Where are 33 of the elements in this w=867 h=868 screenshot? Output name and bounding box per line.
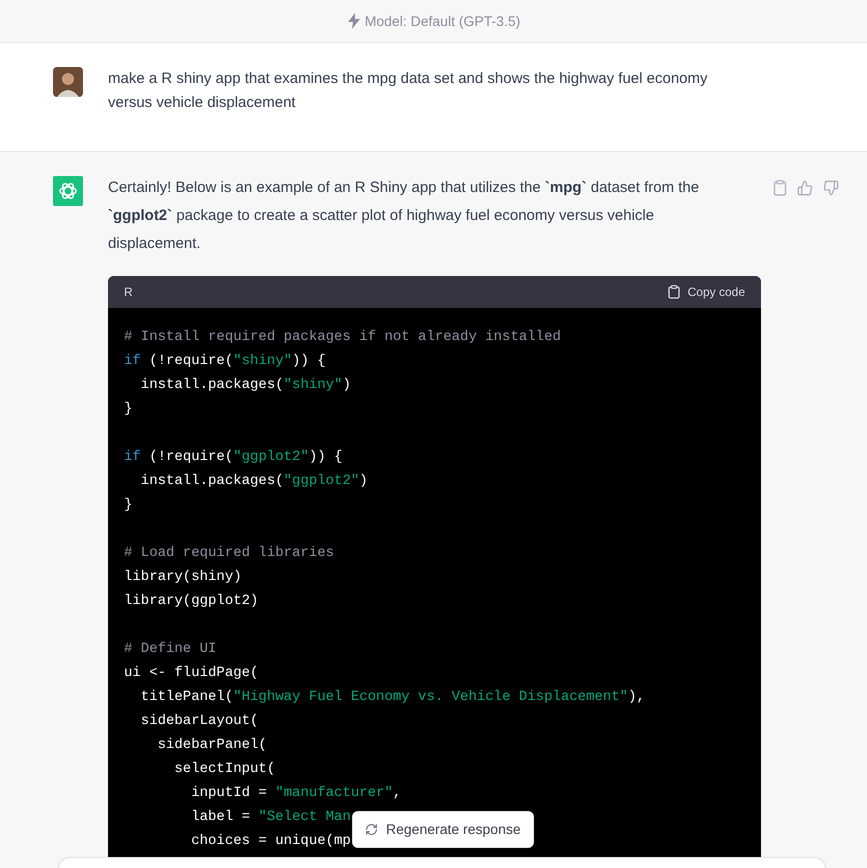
code-line: install.packages("ggplot2")	[140, 472, 368, 491]
code-language: R	[124, 284, 133, 301]
code-line: titlePanel("Highway Fuel Economy vs. Vehicle Displacement"),	[140, 688, 645, 707]
code-line: # Load required libraries	[124, 544, 334, 563]
code-line: choices = unique(mp	[190, 832, 351, 851]
code-line: if (!require("shiny")) {	[124, 352, 326, 371]
copy-code-button[interactable]: Copy code	[668, 283, 745, 301]
code-line: # Define UI	[124, 640, 216, 659]
code-line: inputId = "manufacturer",	[190, 784, 402, 803]
model-label: Model: Default (GPT-3.5)	[364, 12, 520, 31]
code-line: sidebarPanel(	[156, 736, 267, 755]
code-line: library(ggplot2)	[124, 592, 258, 611]
user-avatar	[53, 67, 83, 97]
clipboard-icon[interactable]	[773, 180, 787, 196]
code-line: selectInput(	[173, 760, 276, 779]
code-line: ui <- fluidPage(	[124, 664, 258, 683]
regenerate-response-button[interactable]: Regenerate response	[352, 811, 534, 848]
user-message: make a R shiny app that examines the mpg data set and shows the highway fuel economy versus vehicle displacement	[108, 69, 709, 113]
code-line: }	[124, 400, 132, 419]
code-line: if (!require("ggplot2")) {	[124, 448, 342, 467]
thumbs-up-icon[interactable]	[797, 180, 813, 196]
assistant-message: Certainly! Below is an example of an R Shiny app that utilizes the `mpg` dataset from the `ggplot2` package to create a scatter plot of highway fuel economy versus vehicle displacement.	[108, 178, 700, 254]
code-line: library(shiny)	[124, 568, 242, 587]
clipboard-icon	[668, 285, 680, 299]
code-line: label = "Select Man	[190, 808, 351, 827]
code-line: # Install required packages if not already installed	[124, 328, 561, 347]
code-line: sidebarLayout(	[140, 712, 258, 731]
code-line: install.packages("shiny")	[140, 376, 351, 395]
lightning-icon	[346, 13, 361, 29]
assistant-logo-icon	[53, 176, 83, 206]
thumbs-down-icon[interactable]	[823, 180, 839, 196]
refresh-icon	[365, 823, 378, 836]
code-line: }	[124, 496, 132, 515]
